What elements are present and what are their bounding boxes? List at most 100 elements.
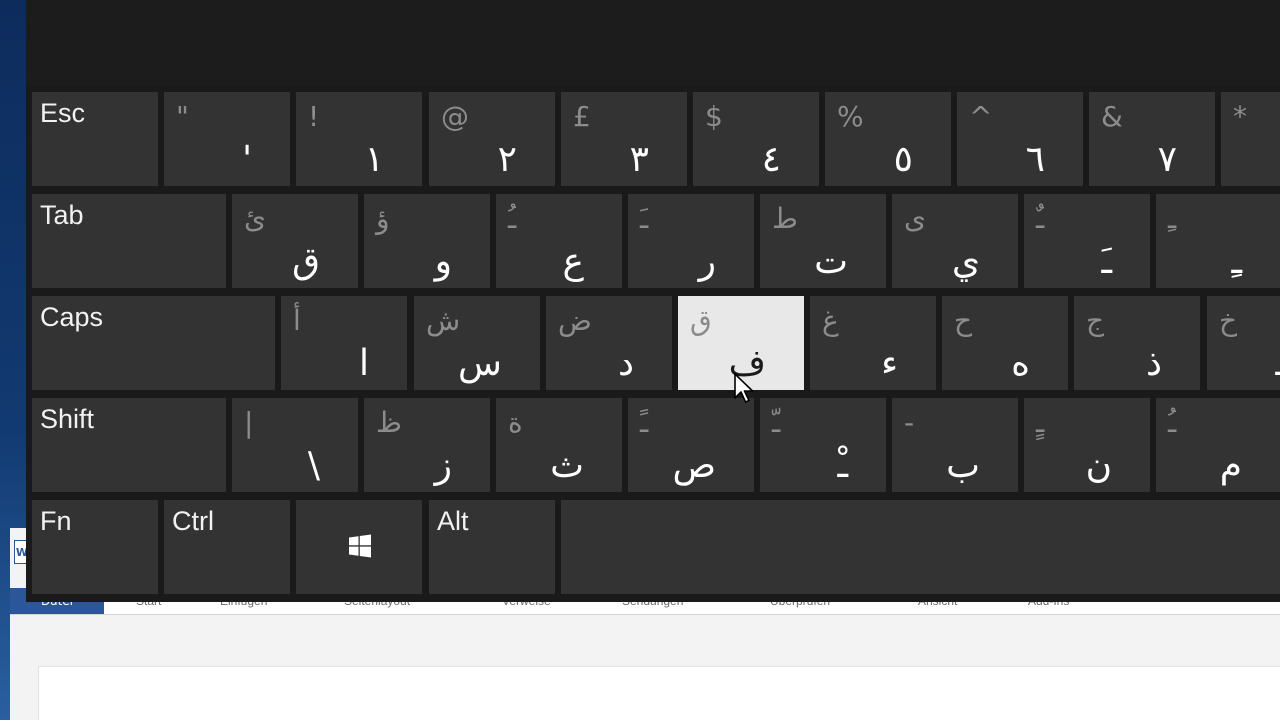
key-kha[interactable]: خ ـ (1207, 296, 1280, 390)
key-secondary-char: @ (441, 100, 469, 133)
windows-logo-icon (349, 534, 371, 558)
key-seen[interactable]: ش س (414, 296, 540, 390)
key-hamza[interactable]: غ ء (810, 296, 936, 390)
key-ain[interactable]: ـُ ع (496, 194, 622, 288)
key-esc[interactable]: Esc (32, 92, 158, 186)
key-primary-char: ب (946, 445, 980, 486)
key-primary-char: ز (434, 445, 452, 486)
key-label: Tab (40, 200, 84, 230)
key-kasra[interactable]: ـِ ـِ (1156, 194, 1280, 288)
key-secondary-char: خ (1219, 304, 1238, 337)
key-label: Fn (40, 506, 72, 536)
key-tab[interactable]: Tab (32, 194, 226, 288)
keyboard-title-bar[interactable] (26, 0, 1280, 90)
key-nun[interactable]: ـٍ ن (1024, 398, 1150, 492)
screen: W Datei Start Einfügen Seitenlayout Verw… (0, 0, 1280, 720)
key-primary-char: ٢ (497, 139, 517, 180)
document-page[interactable] (38, 666, 1280, 720)
keyboard-body: Esc " ' ! ١ @ ٢ £ ٣ $ ٤ % ٥ ^ ٦ & ٧ * Ta… (26, 86, 1280, 602)
key-alef[interactable]: أ ا (281, 296, 407, 390)
key-secondary-char: ! (308, 100, 320, 133)
key-secondary-char: | (244, 406, 254, 439)
key-primary-char: م (1219, 445, 1242, 486)
key-primary-char: ي (951, 241, 980, 282)
key-4[interactable]: $ ٤ (693, 92, 819, 186)
key-primary-char: ٣ (629, 139, 649, 180)
key-secondary-char: ش (426, 304, 461, 337)
key-secondary-char: ق (690, 304, 712, 337)
key-5[interactable]: % ٥ (825, 92, 951, 186)
key-secondary-char: ى (904, 202, 926, 235)
key-primary-char: ذ (1145, 343, 1162, 384)
key-tha[interactable]: ة ث (496, 398, 622, 492)
key-waw[interactable]: ؤ و (364, 194, 490, 288)
key-secondary-char: ئ (244, 202, 266, 235)
key-fatha[interactable]: ـٌ ـَ (1024, 194, 1150, 288)
key-secondary-char: - (904, 406, 915, 439)
key-zay[interactable]: ظ ز (364, 398, 490, 492)
key-secondary-char: ج (1086, 304, 1105, 337)
key-8[interactable]: * (1221, 92, 1280, 186)
key-secondary-char: أ (293, 304, 301, 337)
key-primary-char: ء (881, 343, 898, 384)
key-primary-char: ق (292, 241, 320, 282)
key-primary-char: \ (307, 445, 320, 486)
on-screen-keyboard: Esc " ' ! ١ @ ٢ £ ٣ $ ٤ % ٥ ^ ٦ & ٧ * Ta… (26, 0, 1280, 602)
key-sukun[interactable]: ـّ ـْ (760, 398, 886, 492)
key-secondary-char: ـِ (1168, 202, 1177, 235)
key-ta[interactable]: ط ت (760, 194, 886, 288)
key-secondary-char: غ (822, 304, 839, 337)
key-dal[interactable]: ض د (546, 296, 672, 390)
key-secondary-char: * (1233, 100, 1247, 133)
key-secondary-char: ة (508, 406, 523, 439)
key-ya[interactable]: ى ي (892, 194, 1018, 288)
key-shift[interactable]: Shift (32, 398, 226, 492)
key-secondary-char: & (1101, 100, 1123, 133)
key-primary-char: ع (562, 241, 584, 282)
key-primary-char: ' (242, 139, 252, 180)
key-3[interactable]: £ ٣ (561, 92, 687, 186)
key-secondary-char: ط (772, 202, 798, 235)
mouse-pointer-icon (734, 373, 754, 403)
key-primary-char: ا (358, 343, 369, 384)
key-fn[interactable]: Fn (32, 500, 158, 594)
key-mim[interactable]: ـُ م (1156, 398, 1280, 492)
key-primary-char: ه (1011, 343, 1030, 384)
key-dhal[interactable]: ج ذ (1074, 296, 1200, 390)
key-7[interactable]: & ٧ (1089, 92, 1215, 186)
key-sad[interactable]: ـً ص (628, 398, 754, 492)
key-windows[interactable] (296, 500, 422, 594)
key-secondary-char: ـّ (772, 406, 781, 439)
key-6[interactable]: ^ ٦ (957, 92, 1083, 186)
key-backslash[interactable]: | \ (232, 398, 358, 492)
key-primary-char: ص (672, 445, 716, 486)
key-label: Ctrl (172, 506, 214, 536)
key-secondary-char: £ (573, 100, 591, 133)
key-primary-char: ٧ (1157, 139, 1177, 180)
key-quote[interactable]: " ' (164, 92, 290, 186)
key-secondary-char: ^ (969, 100, 993, 133)
key-caps[interactable]: Caps (32, 296, 275, 390)
key-ha[interactable]: ح ه (942, 296, 1068, 390)
key-secondary-char: " (176, 100, 189, 133)
key-ba[interactable]: - ب (892, 398, 1018, 492)
key-secondary-char: % (837, 100, 864, 133)
key-1[interactable]: ! ١ (296, 92, 422, 186)
key-primary-char: ت (814, 241, 848, 282)
key-2[interactable]: @ ٢ (429, 92, 555, 186)
key-primary-char: ـِ (1231, 241, 1242, 282)
key-qaf[interactable]: ئ ق (232, 194, 358, 288)
key-secondary-char: ض (558, 304, 592, 337)
key-space[interactable] (561, 500, 1280, 594)
key-secondary-char: ـُ (1168, 406, 1177, 439)
key-label: Shift (40, 404, 95, 434)
key-primary-char: ـ (1275, 343, 1280, 384)
key-alt[interactable]: Alt (429, 500, 555, 594)
key-primary-char: ر (698, 241, 716, 282)
key-ctrl[interactable]: Ctrl (164, 500, 290, 594)
key-label: Esc (40, 98, 86, 128)
key-primary-char: د (617, 343, 634, 384)
key-ra[interactable]: ـَ ر (628, 194, 754, 288)
key-secondary-char: ـُ (508, 202, 517, 235)
key-secondary-char: ـَ (640, 202, 649, 235)
